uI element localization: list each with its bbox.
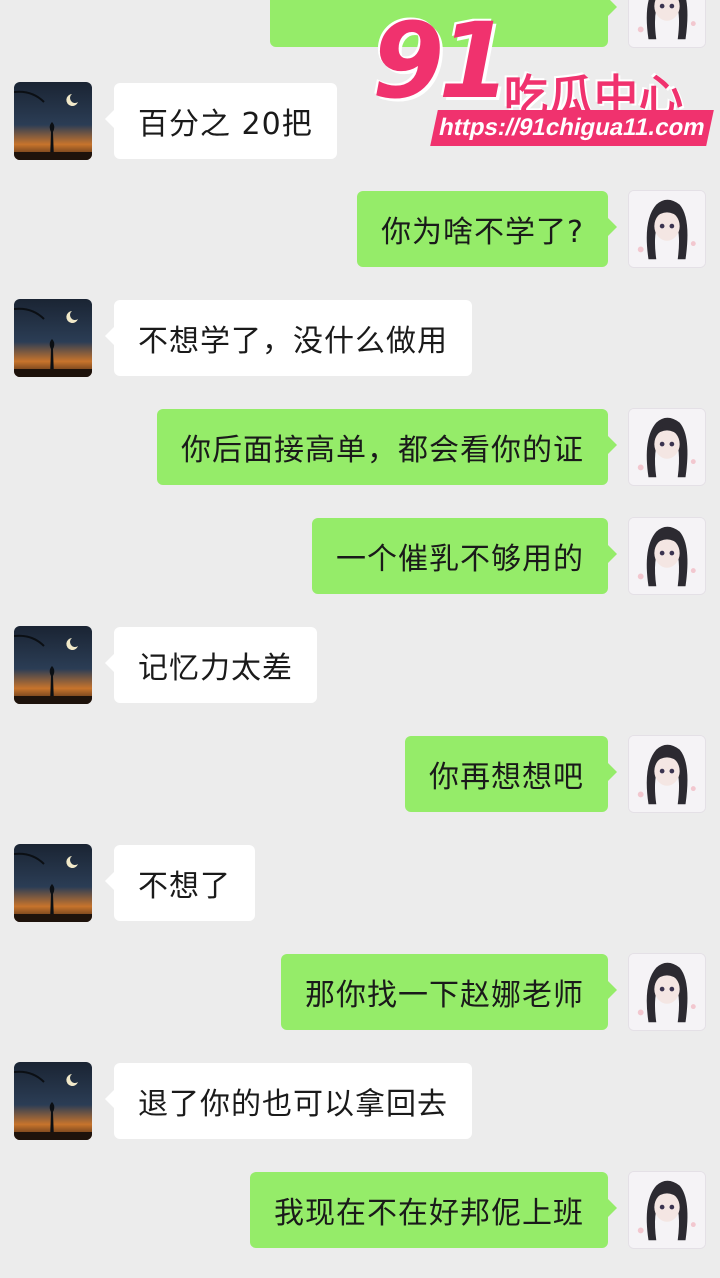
message-bubble-left[interactable]: 百分之 20把 — [105, 83, 337, 159]
message-row-left: 百分之 20把 — [0, 82, 720, 162]
message-row-left: 退了你的也可以拿回去 — [0, 1062, 720, 1142]
message-row-right: 你再想想吧 — [0, 735, 720, 815]
contact-avatar[interactable] — [14, 82, 92, 160]
message-row-right: 一个催乳不够用的 — [0, 517, 720, 597]
message-row-left: 不想了 — [0, 844, 720, 924]
contact-avatar[interactable] — [628, 190, 706, 268]
message-row-right: 你后面接高单，都会看你的证 — [0, 408, 720, 488]
night-silhouette-avatar-icon — [14, 299, 92, 377]
message-row-right: 那你找一下赵娜老师 — [0, 953, 720, 1033]
contact-avatar[interactable] — [14, 1062, 92, 1140]
contact-avatar[interactable] — [628, 1171, 706, 1249]
message-bubble-right[interactable] — [270, 0, 617, 47]
message-bubble-left[interactable]: 不想学了，没什么做用 — [105, 300, 472, 376]
anime-girl-avatar-icon — [629, 0, 705, 47]
message-bubble-right[interactable]: 那你找一下赵娜老师 — [281, 954, 617, 1030]
night-silhouette-avatar-icon — [14, 844, 92, 922]
anime-girl-avatar-icon — [629, 954, 705, 1030]
message-bubble-left[interactable]: 不想了 — [105, 845, 255, 921]
anime-girl-avatar-icon — [629, 518, 705, 594]
message-bubble-left[interactable]: 退了你的也可以拿回去 — [105, 1063, 472, 1139]
anime-girl-avatar-icon — [629, 1172, 705, 1248]
night-silhouette-avatar-icon — [14, 82, 92, 160]
night-silhouette-avatar-icon — [14, 1062, 92, 1140]
contact-avatar[interactable] — [14, 299, 92, 377]
message-bubble-right[interactable]: 我现在不在好邦伲上班 — [250, 1172, 617, 1248]
message-bubble-right[interactable]: 你再想想吧 — [405, 736, 617, 812]
message-row-right: 我现在不在好邦伲上班 — [0, 1171, 720, 1251]
contact-avatar[interactable] — [628, 408, 706, 486]
contact-avatar[interactable] — [14, 844, 92, 922]
contact-avatar[interactable] — [14, 626, 92, 704]
message-row-right — [0, 0, 720, 50]
message-bubble-right[interactable]: 你为啥不学了? — [357, 191, 617, 267]
message-bubble-right[interactable]: 一个催乳不够用的 — [312, 518, 617, 594]
anime-girl-avatar-icon — [629, 409, 705, 485]
anime-girl-avatar-icon — [629, 191, 705, 267]
contact-avatar[interactable] — [628, 735, 706, 813]
message-row-left: 记忆力太差 — [0, 626, 720, 706]
anime-girl-avatar-icon — [629, 736, 705, 812]
contact-avatar[interactable] — [628, 0, 706, 48]
night-silhouette-avatar-icon — [14, 626, 92, 704]
message-row-right: 你为啥不学了? — [0, 190, 720, 270]
contact-avatar[interactable] — [628, 953, 706, 1031]
message-bubble-left[interactable]: 记忆力太差 — [105, 627, 317, 703]
message-row-left: 不想学了，没什么做用 — [0, 299, 720, 379]
contact-avatar[interactable] — [628, 517, 706, 595]
message-bubble-right[interactable]: 你后面接高单，都会看你的证 — [157, 409, 617, 485]
